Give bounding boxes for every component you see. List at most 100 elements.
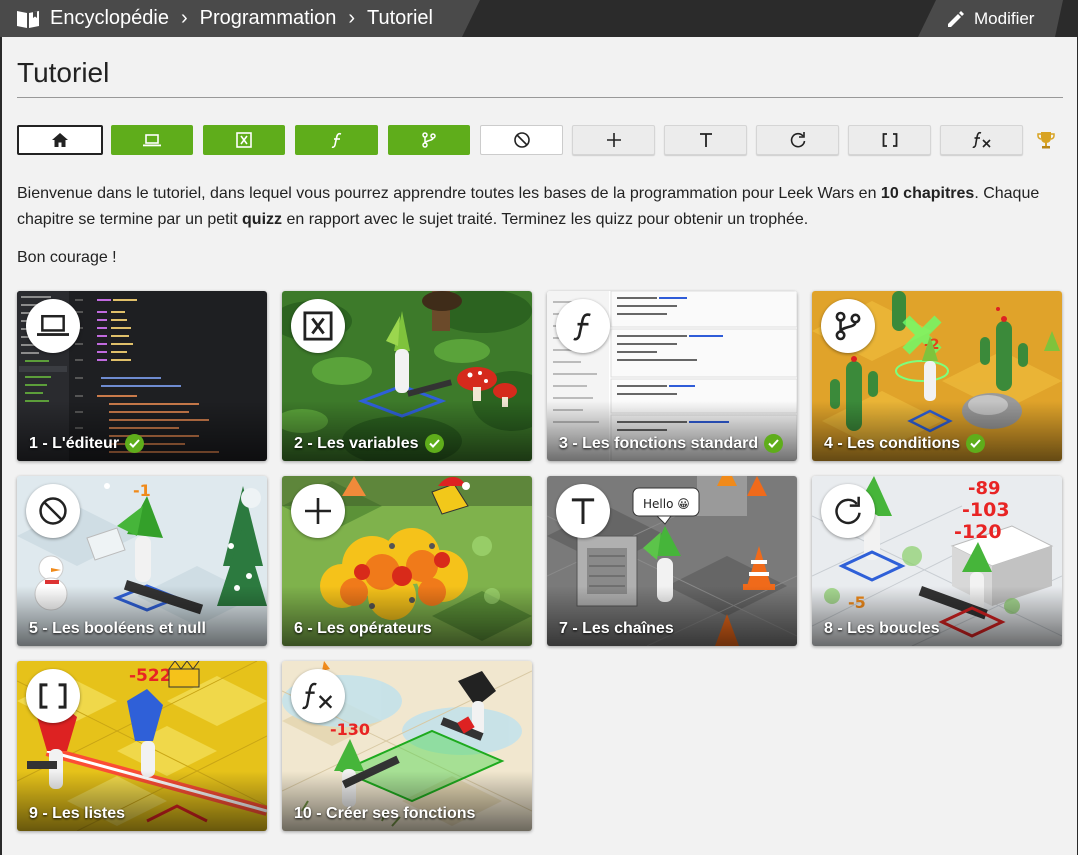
tab-chapter-3[interactable]	[295, 125, 378, 155]
tab-chapter-10[interactable]	[940, 125, 1023, 155]
page-title: Tutoriel	[17, 57, 110, 88]
chapter-title: 1 - L'éditeur	[29, 434, 120, 452]
tab-chapter-1[interactable]	[111, 125, 193, 155]
intro-text: Bienvenue dans le tutoriel, dans lequel …	[17, 181, 1047, 233]
tab-chapter-4[interactable]	[388, 125, 470, 155]
chapter-title: 7 - Les chaînes	[559, 620, 674, 637]
breadcrumb-programmation[interactable]: Programmation	[200, 7, 337, 30]
chapter-label: 6 - Les opérateurs	[294, 620, 432, 638]
chapter-label: 5 - Les booléens et null	[29, 620, 206, 638]
trophy-icon	[1037, 132, 1055, 149]
chapter-card-7[interactable]: Hello 😀 7 - Les chaînes	[547, 476, 797, 646]
chapter-title: 6 - Les opérateurs	[294, 620, 432, 637]
tab-chapter-5[interactable]	[480, 125, 563, 155]
chapter-card-6[interactable]: 6 - Les opérateurs	[282, 476, 532, 646]
chapter-label: 9 - Les listes	[29, 805, 125, 823]
chapter-badge	[291, 669, 345, 723]
damage-text: -130	[330, 720, 370, 739]
chapter-card-8[interactable]: -89 -103 -120 -5 8 - Les boucles	[812, 476, 1062, 646]
tab-chapter-7[interactable]	[664, 125, 747, 155]
chapter-badge	[291, 299, 345, 353]
chapter-label: 8 - Les boucles	[824, 620, 940, 638]
damage-text: -89	[968, 478, 1001, 499]
chapter-title: 3 - Les fonctions standard	[559, 434, 759, 452]
chapter-badge	[26, 484, 80, 538]
damage-text: -120	[954, 521, 1002, 543]
speech-bubble-text: Hello 😀	[643, 497, 690, 511]
laptop-icon	[143, 133, 161, 146]
chapter-badge	[26, 299, 80, 353]
chapter-label: 7 - Les chaînes	[559, 620, 674, 638]
chapter-badge	[26, 669, 80, 723]
null-icon	[513, 132, 530, 148]
damage-text: -1	[133, 481, 151, 500]
tab-chapter-6[interactable]	[572, 125, 655, 155]
chapter-card-5[interactable]: -1 5 - Les booléens et null	[17, 476, 267, 646]
chapter-card-1[interactable]: 1 - L'éditeur	[17, 291, 267, 461]
tab-chapter-2[interactable]	[203, 125, 285, 155]
branch-icon	[835, 311, 861, 341]
chapter-card-2[interactable]: 2 - Les variables	[282, 291, 532, 461]
chapter-card-10[interactable]: -130 10 - Créer ses fonctions	[282, 661, 532, 831]
chapter-title: 5 - Les booléens et null	[29, 620, 206, 637]
chapter-label: 2 - Les variables	[294, 434, 444, 453]
brackets-icon	[39, 683, 67, 709]
check-icon	[125, 434, 145, 453]
book-icon	[16, 9, 40, 29]
branch-icon	[422, 132, 436, 148]
chapter-title: 9 - Les listes	[29, 805, 126, 822]
text-icon	[571, 498, 595, 524]
check-icon	[424, 434, 444, 453]
loop-icon	[835, 496, 861, 525]
fx-icon	[302, 682, 333, 710]
tab-chapter-9[interactable]	[848, 125, 931, 155]
courage-text: Bon courage !	[17, 249, 117, 266]
chapter-title: 8 - Les boucles	[824, 620, 940, 637]
plus-icon	[606, 133, 621, 147]
text-icon	[699, 133, 712, 147]
content-panel: Tutoriel Bienvenue dans le tutoriel, dan…	[2, 37, 1077, 855]
variable-icon	[236, 132, 252, 148]
chapter-label: 1 - L'éditeur	[29, 434, 145, 453]
check-icon	[764, 434, 784, 453]
chapter-card-4[interactable]: -2 4 - Les conditions	[812, 291, 1062, 461]
loop-icon	[790, 132, 805, 148]
tab-chapter-8[interactable]	[756, 125, 839, 155]
chapter-badge	[821, 484, 875, 538]
chapter-label: 10 - Créer ses fonctions	[294, 805, 475, 823]
top-bar: Encyclopédie › Programmation › Tutoriel …	[0, 0, 1078, 37]
chapter-title: 2 - Les variables	[294, 434, 419, 452]
chapter-badge	[291, 484, 345, 538]
chapter-label: 4 - Les conditions	[824, 434, 986, 453]
tab-home[interactable]	[17, 125, 103, 155]
fx-icon	[971, 131, 991, 148]
chapter-badge	[556, 484, 610, 538]
intro-part-3: en rapport avec le sujet traité. Termine…	[282, 211, 809, 228]
chapter-card-3[interactable]: 3 - Les fonctions standard	[547, 291, 797, 461]
page: Encyclopédie › Programmation › Tutoriel …	[0, 0, 1078, 855]
intro-part-1: Bienvenue dans le tutoriel, dans lequel …	[17, 185, 881, 202]
chapter-label: 3 - Les fonctions standard	[559, 434, 784, 453]
damage-text: -103	[962, 499, 1010, 521]
damage-text: -522	[129, 666, 172, 686]
title-divider	[17, 97, 1063, 98]
chapter-badge	[556, 299, 610, 353]
breadcrumb-separator: ›	[180, 7, 188, 29]
pencil-icon	[946, 9, 966, 29]
edit-button-label: Modifier	[974, 8, 1035, 28]
chapter-badge	[821, 299, 875, 353]
chapter-card-9[interactable]: -522 9 - Les listes	[17, 661, 267, 831]
breadcrumb-tutoriel: Tutoriel	[367, 7, 433, 29]
chapter-title: 10 - Créer ses fonctions	[294, 805, 476, 822]
function-icon	[573, 313, 591, 341]
function-icon	[331, 132, 341, 148]
null-icon	[39, 497, 67, 525]
breadcrumb-encyclopedie[interactable]: Encyclopédie	[50, 7, 169, 30]
intro-bold-chapters: 10 chapitres	[880, 185, 975, 202]
home-icon	[52, 133, 68, 147]
plus-icon	[305, 498, 331, 524]
edit-button[interactable]: Modifier	[918, 0, 1063, 37]
intro-bold-quizz: quizz	[242, 211, 283, 228]
variable-icon	[303, 311, 333, 341]
laptop-icon	[37, 314, 69, 336]
